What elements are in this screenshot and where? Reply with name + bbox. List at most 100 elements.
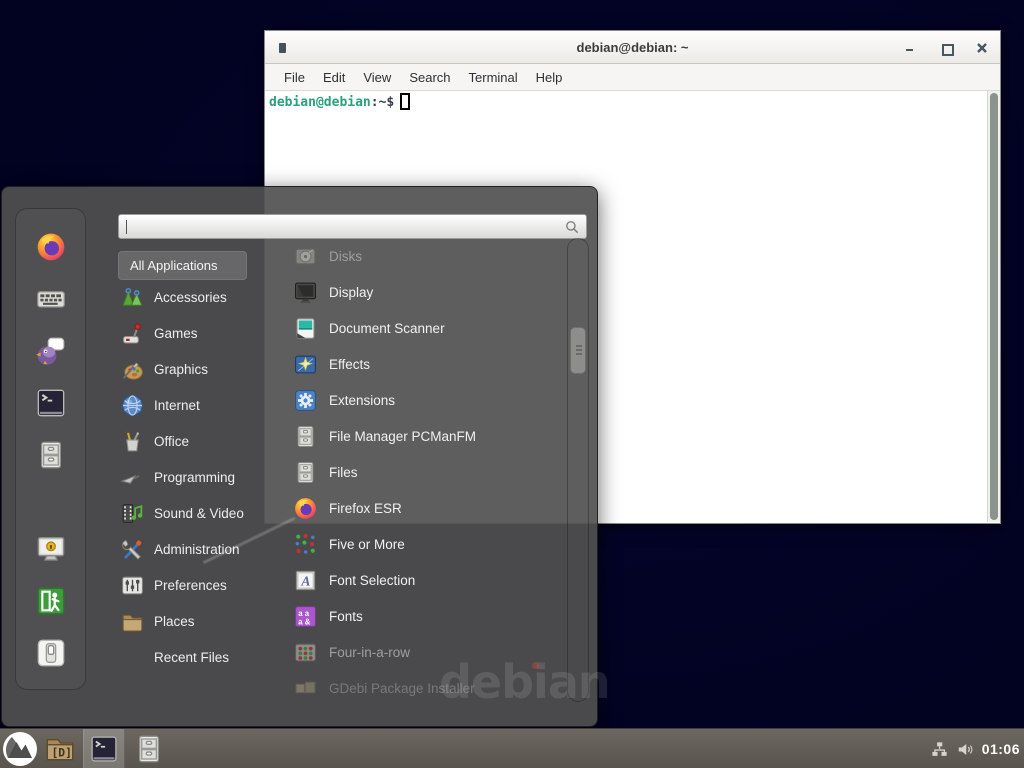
four-in-a-row-icon	[293, 640, 318, 665]
category-label: Internet	[154, 398, 200, 413]
network-icon[interactable]	[930, 740, 949, 759]
five-or-more-icon	[293, 532, 318, 557]
graphics-icon	[120, 357, 145, 382]
app-font-selection[interactable]: AFont Selection	[270, 562, 566, 598]
category-programming[interactable]: Programming	[118, 459, 283, 495]
sidebar-terminal-icon[interactable]	[35, 387, 67, 419]
terminal-task-button[interactable]	[83, 729, 125, 768]
app-label: Fonts	[329, 609, 363, 624]
terminal-menu-terminal[interactable]: Terminal	[460, 66, 527, 89]
sound-video-icon	[120, 501, 145, 526]
menu-search-box[interactable]	[118, 214, 587, 239]
app-label: Display	[329, 285, 373, 300]
app-label: Extensions	[329, 393, 395, 408]
app-file-manager-pcmanfm[interactable]: File Manager PCManFM	[270, 418, 566, 454]
category-label: Games	[154, 326, 198, 341]
terminal-scrollbar-thumb[interactable]	[990, 93, 998, 520]
prompt-path: :~$	[371, 95, 394, 110]
minimize-button[interactable]	[904, 42, 916, 54]
category-label: Office	[154, 434, 189, 449]
app-label: Four-in-a-row	[329, 645, 410, 660]
games-icon	[120, 321, 145, 346]
terminal-menu-file[interactable]: File	[275, 66, 314, 89]
internet-icon	[120, 393, 145, 418]
app-document-scanner[interactable]: Document Scanner	[270, 310, 566, 346]
disks-icon	[293, 244, 318, 269]
terminal-menu-search[interactable]: Search	[400, 66, 459, 89]
effects-icon	[293, 352, 318, 377]
menu-sidebar	[15, 208, 86, 690]
category-label: Preferences	[154, 578, 227, 593]
files-launcher[interactable]	[133, 733, 165, 765]
app-label: Five or More	[329, 537, 405, 552]
category-label: Accessories	[154, 290, 227, 305]
app-files[interactable]: Files	[270, 454, 566, 490]
file-cabinet-icon	[293, 424, 318, 449]
prompt-user: debian@debian	[269, 95, 371, 110]
terminal-cursor	[400, 93, 410, 110]
category-list: Accessories Games Graphics Internet Office Pr…	[118, 279, 283, 675]
terminal-menu-help[interactable]: Help	[527, 66, 572, 89]
gdebi-icon	[293, 676, 318, 701]
category-games[interactable]: Games	[118, 315, 283, 351]
debian-wallpaper-watermark: debian	[439, 655, 610, 709]
sidebar-pidgin-icon[interactable]	[35, 335, 67, 367]
category-accessories[interactable]: Accessories	[118, 279, 283, 315]
sidebar-file-cabinet-icon[interactable]	[35, 439, 67, 471]
app-label: Disks	[329, 249, 362, 264]
terminal-title: debian@debian: ~	[577, 40, 689, 55]
sidebar-firefox-icon[interactable]	[35, 231, 67, 263]
category-label: Places	[154, 614, 195, 629]
terminal-prompt: debian@debian:~$	[269, 95, 410, 110]
category-places[interactable]: Places	[118, 603, 283, 639]
preferences-icon	[120, 573, 145, 598]
app-display[interactable]: Display	[270, 274, 566, 310]
category-label: Sound & Video	[154, 506, 244, 521]
terminal-window-icon	[279, 43, 286, 53]
close-button[interactable]	[976, 42, 988, 54]
app-disks[interactable]: Disks	[270, 238, 566, 274]
application-list-scrollbar[interactable]	[567, 238, 589, 702]
file-manager-launcher[interactable]: [D]	[44, 733, 76, 765]
firefox-icon	[293, 496, 318, 521]
sidebar-lock-screen-icon[interactable]	[35, 533, 67, 565]
app-label: Document Scanner	[329, 321, 445, 336]
category-graphics[interactable]: Graphics	[118, 351, 283, 387]
volume-icon[interactable]	[956, 740, 975, 759]
app-five-or-more[interactable]: Five or More	[270, 526, 566, 562]
search-input[interactable]	[125, 217, 560, 236]
application-list-scrollbar-thumb[interactable]	[570, 327, 586, 374]
sidebar-keyboard-icon[interactable]	[35, 283, 67, 315]
application-list: Disks Display Document Scanner Effects Exten…	[270, 238, 566, 702]
terminal-scrollbar[interactable]	[987, 91, 1000, 522]
all-applications-button[interactable]: All Applications	[118, 251, 247, 280]
maximize-button[interactable]	[940, 42, 952, 54]
app-extensions[interactable]: Extensions	[270, 382, 566, 418]
terminal-menu-edit[interactable]: Edit	[314, 66, 354, 89]
menu-button[interactable]	[2, 731, 38, 767]
fonts-icon: a aa &	[293, 604, 318, 629]
sidebar-logout-icon[interactable]	[35, 585, 67, 617]
office-icon	[120, 429, 145, 454]
file-cabinet-icon	[293, 460, 318, 485]
sidebar-shutdown-icon[interactable]	[35, 637, 67, 669]
scanner-icon	[293, 316, 318, 341]
category-internet[interactable]: Internet	[118, 387, 283, 423]
terminal-titlebar[interactable]: debian@debian: ~	[265, 31, 1000, 64]
programming-icon	[120, 465, 145, 490]
search-caret	[126, 220, 127, 234]
taskbar: [D] 01:06	[0, 728, 1024, 768]
app-label: Font Selection	[329, 573, 415, 588]
category-office[interactable]: Office	[118, 423, 283, 459]
app-fonts[interactable]: a aa & Fonts	[270, 598, 566, 634]
app-label: Effects	[329, 357, 370, 372]
category-sound-video[interactable]: Sound & Video	[118, 495, 283, 531]
category-recent-files[interactable]: Recent Files	[118, 639, 283, 675]
administration-icon	[120, 537, 145, 562]
terminal-menu-view[interactable]: View	[354, 66, 400, 89]
svg-text:[D]: [D]	[51, 745, 71, 759]
category-preferences[interactable]: Preferences	[118, 567, 283, 603]
app-firefox-esr[interactable]: Firefox ESR	[270, 490, 566, 526]
search-icon	[563, 218, 581, 236]
app-effects[interactable]: Effects	[270, 346, 566, 382]
